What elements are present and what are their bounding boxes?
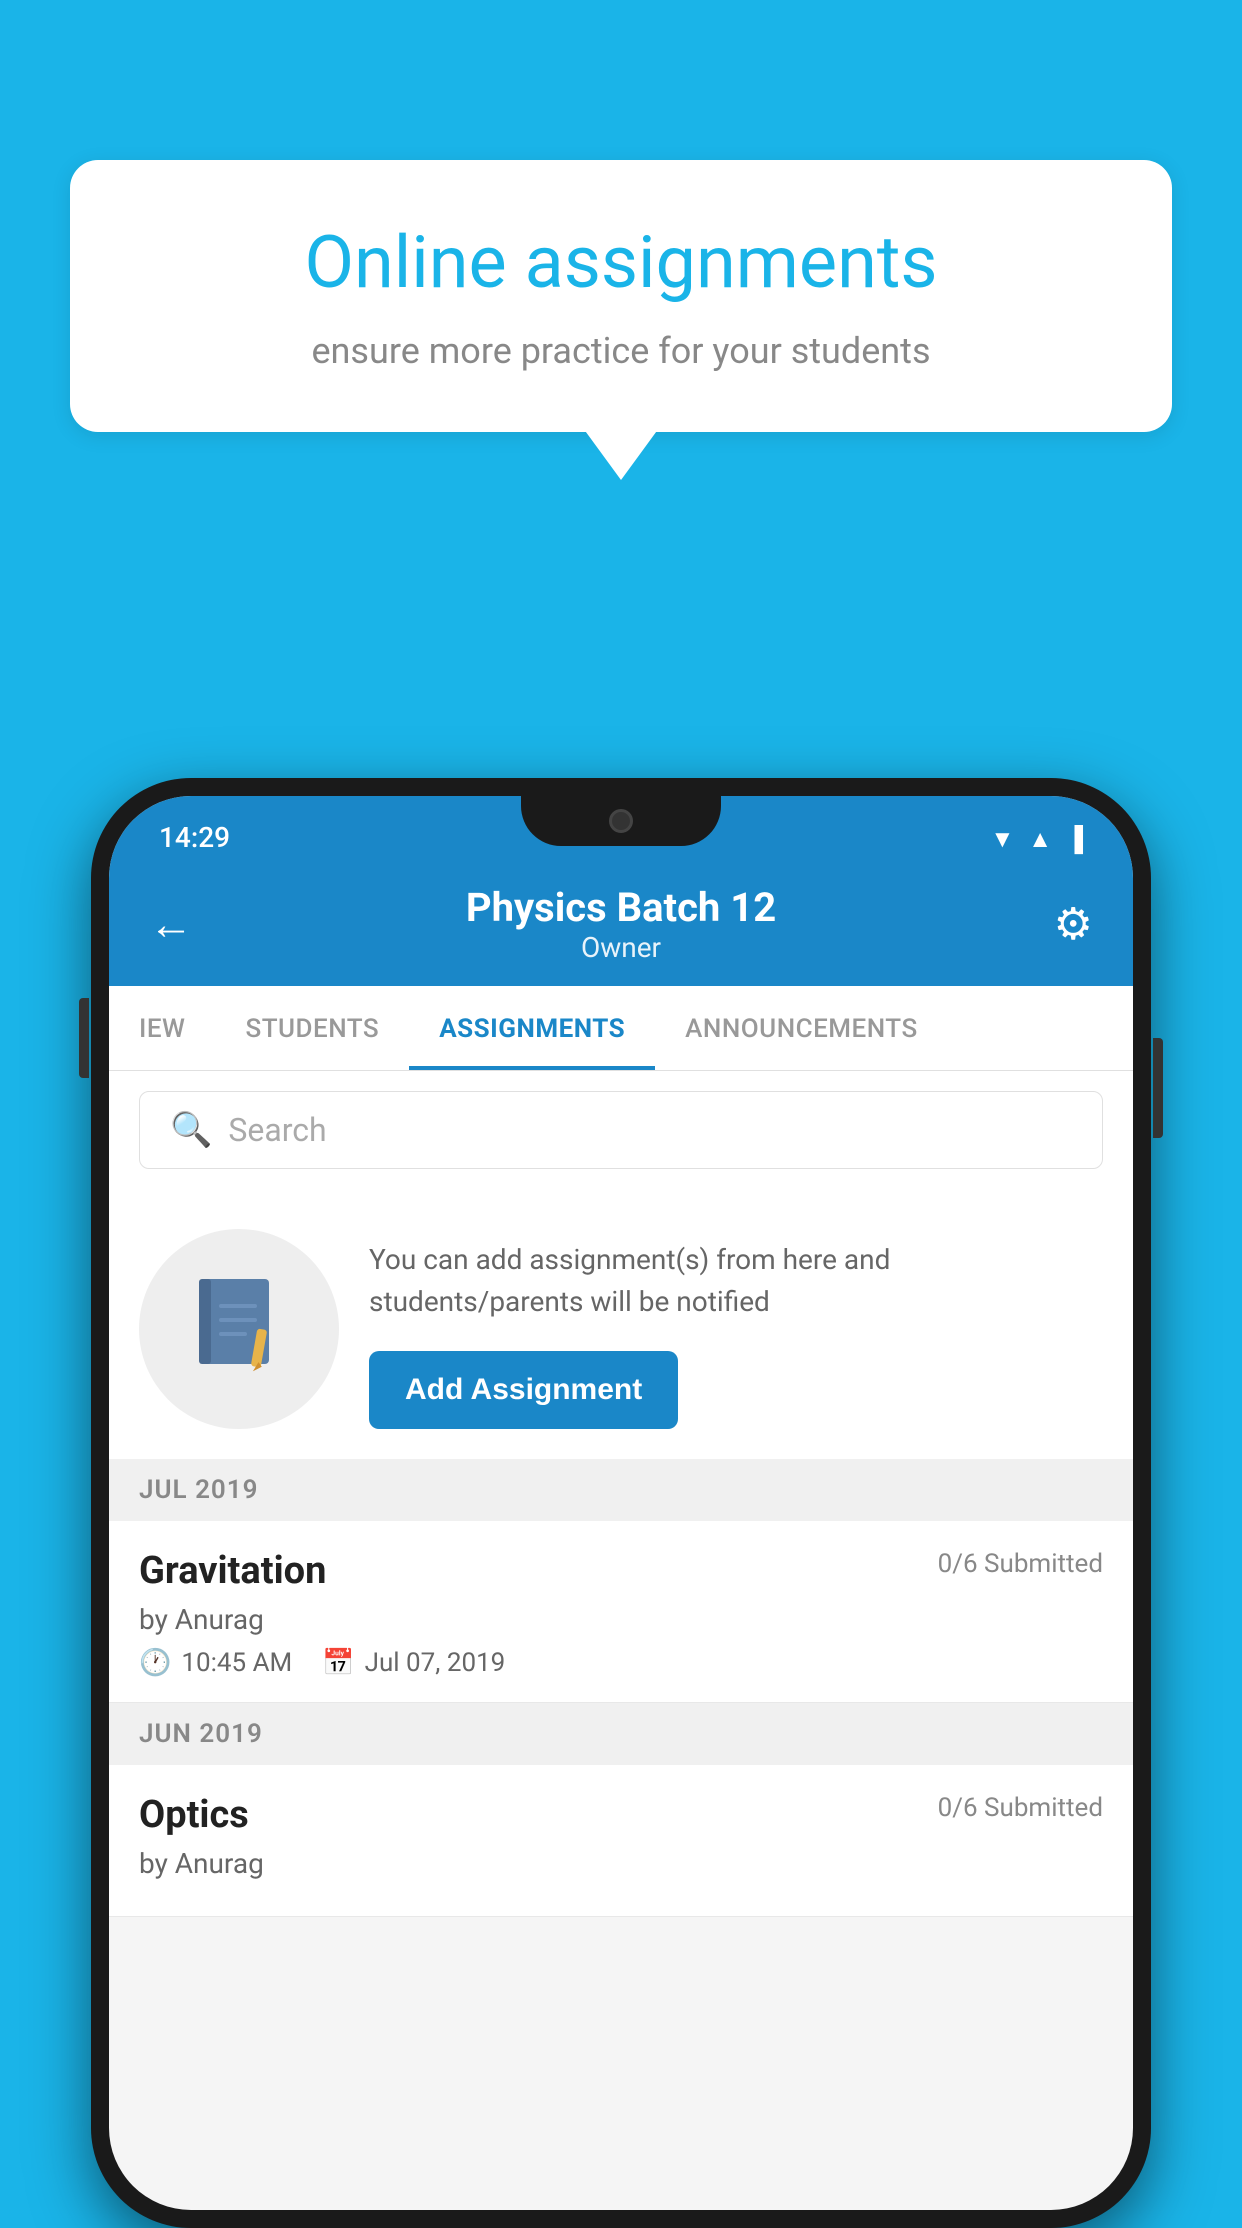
bubble-title: Online assignments	[140, 220, 1102, 306]
app-header: ← Physics Batch 12 Owner ⚙	[109, 866, 1133, 986]
assignment-item-optics[interactable]: Optics 0/6 Submitted by Anurag	[109, 1765, 1133, 1917]
assignment-row-header-optics: Optics 0/6 Submitted	[139, 1793, 1103, 1837]
month-header-jul: JUL 2019	[109, 1459, 1133, 1521]
settings-icon[interactable]: ⚙	[1033, 898, 1093, 950]
header-subtitle: Owner	[209, 931, 1033, 964]
tab-announcements[interactable]: ANNOUNCEMENTS	[655, 986, 948, 1070]
back-button[interactable]: ←	[149, 898, 209, 950]
assignment-row-header: Gravitation 0/6 Submitted	[139, 1549, 1103, 1593]
search-box[interactable]: 🔍 Search	[139, 1091, 1103, 1169]
signal-icon: ▲	[1028, 825, 1052, 854]
cta-icon-circle	[139, 1229, 339, 1429]
clock-icon: 🕐	[139, 1648, 171, 1678]
assignment-meta: 🕐 10:45 AM 📅 Jul 07, 2019	[139, 1648, 1103, 1678]
phone-notch	[521, 796, 721, 846]
camera	[609, 809, 633, 833]
promo-section: Online assignments ensure more practice …	[70, 160, 1172, 432]
assignment-item-gravitation[interactable]: Gravitation 0/6 Submitted by Anurag 🕐 10…	[109, 1521, 1133, 1703]
notebook-icon	[189, 1274, 289, 1384]
assignment-author: by Anurag	[139, 1603, 1103, 1636]
tab-iew[interactable]: IEW	[109, 986, 215, 1070]
cta-description: You can add assignment(s) from here and …	[369, 1239, 1103, 1323]
assignment-date: 📅 Jul 07, 2019	[322, 1648, 505, 1678]
phone-frame: 14:29 ▼ ▲ ▐ ← Physics Batch 12 Owner ⚙ I…	[91, 778, 1151, 2228]
assignment-cta: You can add assignment(s) from here and …	[109, 1189, 1133, 1459]
submitted-badge-optics: 0/6 Submitted	[938, 1793, 1103, 1823]
phone-screen: 14:29 ▼ ▲ ▐ ← Physics Batch 12 Owner ⚙ I…	[109, 796, 1133, 2210]
submitted-badge: 0/6 Submitted	[938, 1549, 1103, 1579]
content-area: 🔍 Search	[109, 1071, 1133, 1917]
battery-icon: ▐	[1066, 825, 1083, 854]
search-icon: 🔍	[170, 1110, 212, 1150]
tabs-bar: IEW STUDENTS ASSIGNMENTS ANNOUNCEMENTS	[109, 986, 1133, 1071]
speech-bubble: Online assignments ensure more practice …	[70, 160, 1172, 432]
assignment-time: 🕐 10:45 AM	[139, 1648, 292, 1678]
assignment-name: Gravitation	[139, 1549, 326, 1593]
bubble-subtitle: ensure more practice for your students	[140, 326, 1102, 376]
month-header-jun: JUN 2019	[109, 1703, 1133, 1765]
tab-assignments[interactable]: ASSIGNMENTS	[409, 986, 655, 1070]
tab-students[interactable]: STUDENTS	[215, 986, 409, 1070]
search-container: 🔍 Search	[109, 1071, 1133, 1189]
search-placeholder: Search	[228, 1111, 326, 1149]
status-icons: ▼ ▲ ▐	[990, 825, 1083, 854]
add-assignment-button[interactable]: Add Assignment	[369, 1351, 678, 1429]
header-center: Physics Batch 12 Owner	[209, 884, 1033, 964]
cta-content: You can add assignment(s) from here and …	[369, 1229, 1103, 1429]
wifi-icon: ▼	[990, 825, 1014, 854]
phone-outer: 14:29 ▼ ▲ ▐ ← Physics Batch 12 Owner ⚙ I…	[91, 778, 1151, 2228]
assignment-name-optics: Optics	[139, 1793, 249, 1837]
assignment-author-optics: by Anurag	[139, 1847, 1103, 1880]
header-title: Physics Batch 12	[209, 884, 1033, 931]
calendar-icon: 📅	[322, 1648, 354, 1678]
